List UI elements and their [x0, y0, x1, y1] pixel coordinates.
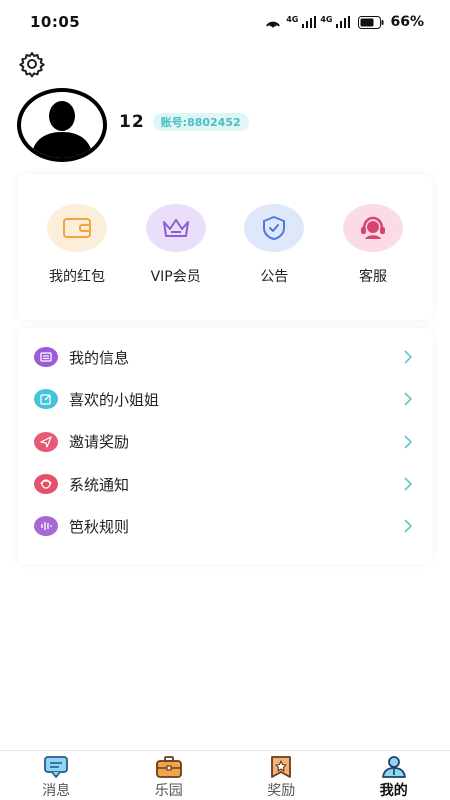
- tab-label: 我的: [379, 783, 408, 799]
- tab-rewards[interactable]: 奖励: [225, 756, 337, 800]
- quick-action-customer-service[interactable]: 客服: [333, 204, 413, 286]
- rules-icon: [34, 516, 58, 537]
- menu-item-rules[interactable]: 笆秋规则: [17, 505, 433, 547]
- profile-section: 12 账号:8802452: [17, 86, 433, 164]
- quick-action-red-packet[interactable]: 我的红包: [37, 204, 117, 286]
- menu-item-system-notice[interactable]: 系统通知: [17, 463, 433, 505]
- crown-icon: [162, 219, 189, 237]
- hotspot-icon: [266, 21, 281, 28]
- quick-action-circle: [47, 204, 107, 252]
- shield-icon: [263, 216, 286, 240]
- notify-icon: [34, 474, 58, 495]
- signal-icon: [302, 16, 317, 28]
- menu-item-my-info[interactable]: 我的信息: [17, 336, 433, 378]
- chevron-right-icon: [404, 350, 413, 364]
- menu-item-label: 邀请奖励: [69, 433, 130, 452]
- avatar[interactable]: [17, 88, 107, 162]
- profile-info: 12 账号:8802452: [119, 112, 249, 132]
- chevron-right-icon: [404, 435, 413, 449]
- menu-item-label: 我的信息: [69, 348, 130, 367]
- status-time: 10:05: [30, 13, 81, 31]
- quick-action-announcement[interactable]: 公告: [234, 204, 314, 286]
- quick-action-label: 公告: [260, 269, 289, 285]
- menu-card: 我的信息 喜欢的小姐姐 邀请奖励 系统通知 笆秋规则: [17, 328, 433, 564]
- chevron-right-icon: [404, 477, 413, 491]
- menu-item-label: 系统通知: [69, 475, 130, 494]
- user-icon: [381, 756, 406, 778]
- tab-label: 消息: [42, 783, 71, 799]
- tab-messages[interactable]: 消息: [0, 756, 112, 800]
- tab-label: 奖励: [267, 783, 296, 799]
- battery-percent: 66%: [390, 14, 424, 30]
- signal-label-2: 4G: [320, 14, 333, 24]
- settings-button[interactable]: [18, 50, 46, 78]
- reward-icon: [271, 756, 292, 778]
- menu-item-favorites[interactable]: 喜欢的小姐姐: [17, 378, 433, 420]
- headset-icon: [360, 216, 385, 239]
- bottom-tab-bar: 消息 乐园 奖励 我的: [0, 750, 450, 800]
- gear-icon: [19, 52, 45, 78]
- chevron-right-icon: [404, 519, 413, 533]
- quick-action-circle: [244, 204, 305, 252]
- message-icon: [44, 756, 69, 778]
- wallet-icon: [63, 218, 91, 238]
- quick-action-label: 我的红包: [49, 269, 105, 285]
- menu-item-invite-rewards[interactable]: 邀请奖励: [17, 421, 433, 463]
- quick-action-label: 客服: [358, 269, 387, 285]
- quick-action-circle: [342, 204, 403, 252]
- send-icon: [34, 431, 58, 452]
- tab-label: 乐园: [154, 783, 183, 799]
- signal-icon: [336, 16, 351, 28]
- status-icons: 4G 4G 66%: [264, 14, 424, 30]
- menu-item-label: 笆秋规则: [69, 517, 130, 536]
- quick-action-label: VIP会员: [150, 269, 201, 285]
- briefcase-icon: [155, 756, 182, 778]
- tab-park[interactable]: 乐园: [113, 756, 225, 800]
- battery-icon: [358, 15, 384, 29]
- edit-icon: [34, 389, 58, 410]
- status-bar: 10:05 4G 4G 66%: [0, 0, 450, 44]
- menu-item-label: 喜欢的小姐姐: [69, 390, 160, 409]
- quick-action-circle: [145, 204, 206, 252]
- chevron-right-icon: [404, 392, 413, 407]
- tab-mine[interactable]: 我的: [338, 756, 450, 800]
- info-card-icon: [34, 347, 58, 368]
- signal-label-1: 4G: [286, 14, 299, 24]
- quick-actions-card: 我的红包 VIP会员 公告 客服: [17, 174, 433, 320]
- account-badge: 账号:8802452: [152, 113, 249, 131]
- profile-name: 12: [119, 112, 145, 132]
- default-avatar-icon: [31, 101, 93, 158]
- quick-action-vip[interactable]: VIP会员: [136, 204, 216, 286]
